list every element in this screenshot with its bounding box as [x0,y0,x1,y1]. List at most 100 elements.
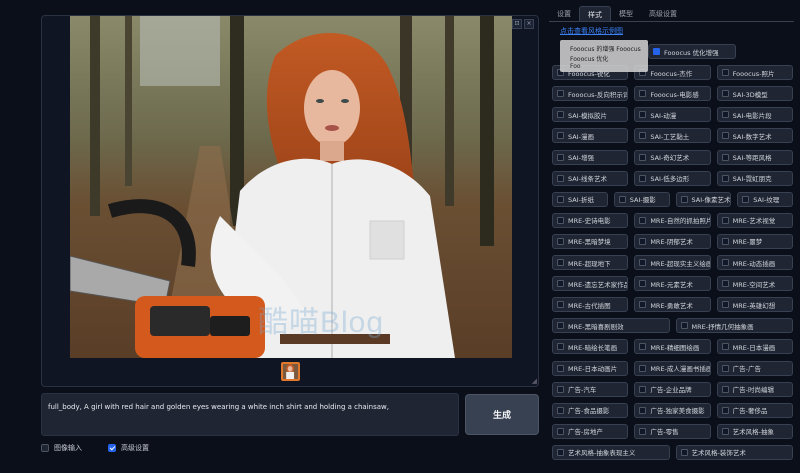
style-option[interactable]: 广告-广告 [716,360,793,376]
style-checkbox[interactable] [639,385,647,393]
style-checkbox[interactable] [721,90,729,98]
style-checkbox[interactable] [557,322,564,330]
style-checkbox[interactable] [721,427,729,435]
style-checkbox[interactable] [721,216,729,224]
style-option[interactable]: 广告-独家美食摄影 [634,402,711,418]
style-option[interactable]: SAI-模拟胶片 [552,107,629,123]
style-option[interactable]: MRE-暗绘长笔画 [552,339,629,355]
style-option[interactable]: SAI-纹理 [737,191,793,207]
style-checkbox[interactable] [639,427,647,435]
style-checkbox[interactable] [742,195,750,203]
style-option[interactable]: 广告-食品摄影 [552,402,629,418]
style-option[interactable]: 广告-零售 [634,423,711,439]
style-option[interactable]: Fooocus-反向积示词 [552,86,629,102]
resize-handle-icon[interactable]: ◢ [532,377,537,385]
style-checkbox[interactable] [557,237,564,245]
tab-settings[interactable]: 设置 [549,6,579,22]
close-icon[interactable]: × [524,19,534,29]
style-checkbox[interactable] [721,174,729,182]
style-checkbox[interactable] [680,448,688,456]
style-option[interactable]: 艺术风格-抽象表现主义 [552,444,670,460]
style-checkbox[interactable] [680,195,688,203]
style-option[interactable]: MRE-古代插图 [552,297,629,313]
style-option[interactable]: MRE-超现地下 [552,255,629,270]
style-option[interactable]: 广告-企业品牌 [634,381,711,397]
style-checkbox[interactable] [721,364,729,372]
style-option[interactable]: SAI-低多边形 [634,170,711,186]
style-option[interactable]: MRE-日本动画片 [552,360,629,376]
style-checkbox[interactable] [639,301,647,309]
style-checkbox[interactable] [639,174,647,182]
style-checkbox[interactable] [721,280,729,288]
style-option[interactable]: MRE-噩梦 [716,233,793,249]
style-checkbox[interactable] [557,301,564,309]
style-option[interactable]: SAI-线条艺术 [552,170,629,186]
style-option[interactable]: Fooocus 优化增强 [648,44,736,59]
image-input-checkbox[interactable] [41,444,49,452]
style-checkbox[interactable] [639,280,647,288]
style-option[interactable]: MRE-史诗电影 [552,212,629,228]
style-checkbox[interactable] [680,322,688,330]
style-checkbox[interactable] [721,132,729,140]
style-option[interactable]: SAI-增强 [552,149,629,165]
style-option[interactable]: 广告-房地产 [552,423,629,439]
advanced-checkbox[interactable] [108,444,116,452]
style-checkbox[interactable] [557,448,564,456]
style-checkbox[interactable] [639,343,647,351]
style-option[interactable]: MRE-自然的抓拍照片 [634,212,711,228]
style-option[interactable]: 艺术风格-抽象 [716,423,793,439]
style-checkbox[interactable] [639,259,647,266]
style-option[interactable]: MRE-空间艺术 [716,276,793,292]
style-checkbox[interactable] [639,90,647,98]
style-checkbox[interactable] [557,280,564,288]
style-checkbox[interactable] [721,385,729,393]
style-checkbox[interactable] [639,406,647,414]
style-checkbox[interactable] [557,364,564,372]
style-checkbox[interactable] [557,111,564,119]
style-checkbox[interactable] [557,343,564,351]
style-option[interactable]: SAI-3D模型 [716,86,793,102]
style-checkbox[interactable] [721,111,729,119]
style-option[interactable]: MRE-动态插画 [716,255,793,270]
tab-advanced[interactable]: 高级设置 [641,6,685,22]
thumbnail-image[interactable] [281,362,300,381]
style-option[interactable]: SAI-漫画 [552,128,629,144]
style-option[interactable]: 艺术风格-装饰艺术 [675,444,793,460]
style-option[interactable]: MRE-超现实主义绘画 [634,255,711,270]
style-checkbox[interactable] [639,237,647,245]
style-checkbox[interactable] [721,406,729,414]
style-option[interactable]: SAI-奇幻艺术 [634,149,711,165]
style-checkbox[interactable] [639,153,647,161]
style-checkbox[interactable] [639,132,647,140]
style-checkbox[interactable] [639,111,647,119]
style-option[interactable]: SAI-动漫 [634,107,711,123]
style-option[interactable]: SAI-像素艺术 [675,191,732,207]
style-option[interactable]: MRE-抒情几何抽象画 [675,318,793,334]
style-option[interactable]: MRE-黑暗梦境 [552,233,629,249]
style-checkbox[interactable] [618,195,626,203]
style-checkbox[interactable] [721,259,729,266]
style-option[interactable]: MRE-成人漫画书插画 [634,360,711,376]
style-option[interactable]: MRE-阴郁艺术 [634,233,711,249]
style-option[interactable]: Fooocus-电影感 [634,86,711,102]
style-checkbox[interactable] [557,153,564,161]
style-checkbox[interactable] [721,69,729,77]
style-option[interactable]: MRE-黑暗喜剧剧效 [552,318,670,334]
style-option[interactable]: SAI-摄影 [613,191,670,207]
fullscreen-icon[interactable]: ⊡ [512,19,522,29]
style-option[interactable]: SAI-电影片段 [716,107,793,123]
style-checkbox[interactable] [557,259,564,266]
style-checkbox[interactable] [557,216,564,224]
style-option[interactable]: MRE-遗忘艺术家作品 [552,276,629,292]
style-checkbox[interactable] [557,406,564,414]
style-checkbox[interactable] [639,364,647,372]
style-examples-link[interactable]: 点击查看风格示例图 [560,26,623,36]
style-option[interactable]: SAI-等距风格 [716,149,793,165]
prompt-input[interactable]: full_body, A girl with red hair and gold… [41,393,459,436]
style-option[interactable]: 广告-奢侈品 [716,402,793,418]
style-checkbox[interactable] [721,237,729,245]
style-checkbox[interactable] [639,216,647,224]
style-checkbox[interactable] [557,90,564,98]
style-option[interactable]: 广告-时尚编辑 [716,381,793,397]
style-option[interactable]: MRE-勇敢艺术 [634,297,711,313]
